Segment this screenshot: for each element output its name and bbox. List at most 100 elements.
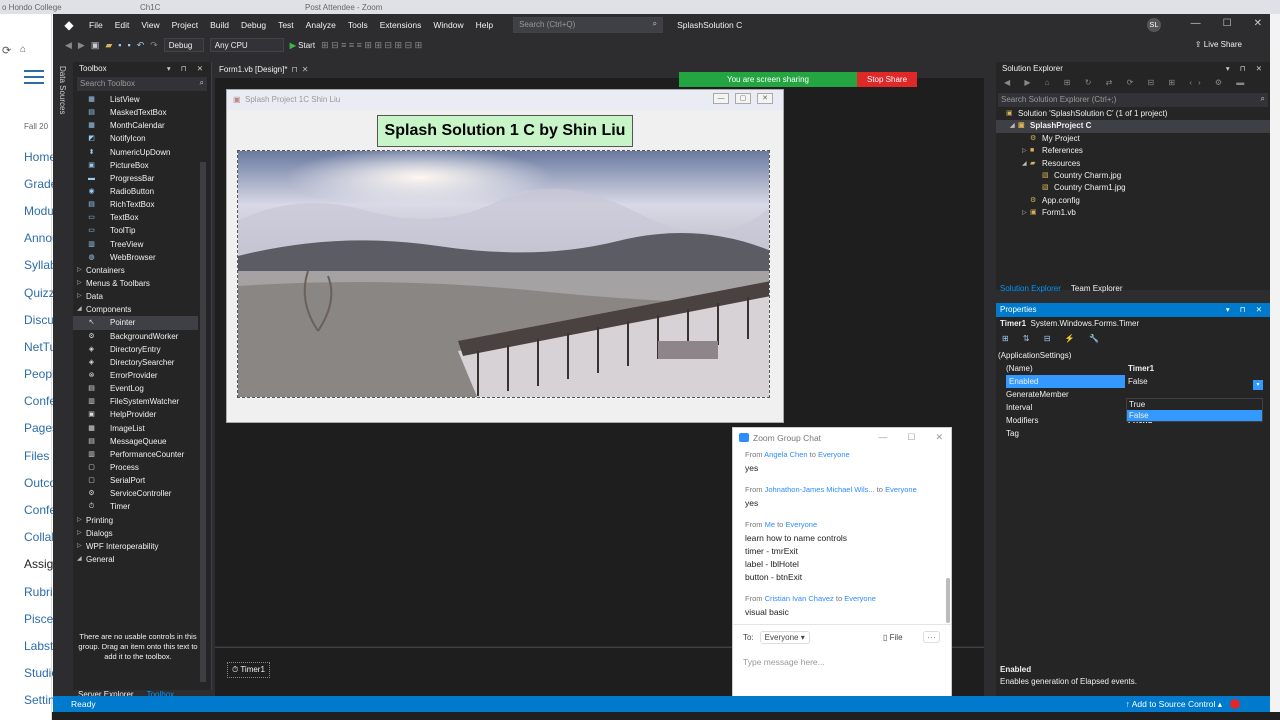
browser-tab[interactable]: Ch1C [140,3,160,14]
solution-tree-node[interactable]: ▷ ■ References [996,145,1270,157]
properties-toolbar[interactable]: ⊞ ⇅ ⊟ ⚡ 🔧 [996,331,1270,349]
solution-tree-node[interactable]: ▧ Country Charm1.jpg [996,182,1270,194]
new-project-icon[interactable]: ▣ [91,40,100,51]
notification-icon[interactable] [1230,699,1240,709]
solution-tree-node[interactable]: ▣ Solution 'SplashSolution C' (1 of 1 pro… [996,108,1270,120]
browser-tab[interactable]: o Hondo College [2,3,62,14]
panel-buttons[interactable]: ▾ ⊓ ✕ [167,64,207,73]
toolbox-item[interactable]: ▦ ImageList [73,422,198,435]
browser-scrollbar[interactable] [1270,14,1280,712]
toolbox-scrollbar[interactable] [200,162,206,682]
toolbox-item[interactable]: ⬍ NumericUpDown [73,146,198,159]
search-input[interactable]: Search (Ctrl+Q) ⌕ [513,17,664,33]
sender-name[interactable]: Cristian Ivan Chavez [765,594,834,603]
recipient-name[interactable]: Everyone [818,450,850,459]
hamburger-icon[interactable] [24,70,44,84]
dropdown-option[interactable]: False [1127,410,1262,421]
picture-box[interactable] [237,150,770,398]
config-dropdown[interactable]: Debug [163,38,204,52]
pin-icon[interactable]: ⊓ [291,65,297,74]
toolbox-category[interactable]: ▷ Printing [73,514,198,527]
save-all-icon[interactable]: ▪ [127,40,130,50]
toolbox-item[interactable]: ↖ Pointer [73,316,198,330]
forward-icon[interactable]: ▶ [78,40,85,51]
menu-item-window[interactable]: Window [427,20,469,30]
avatar[interactable]: SL [1147,18,1161,32]
menu-item-analyze[interactable]: Analyze [300,20,342,30]
toolbox-item[interactable]: ⚙ ServiceController [73,487,198,500]
minimize-icon[interactable]: — [878,432,887,443]
recipient-name[interactable]: Everyone [785,520,817,529]
close-icon[interactable]: ✕ [1254,18,1262,29]
menu-item-view[interactable]: View [135,20,165,30]
toolbox-item[interactable]: ⊗ ErrorProvider [73,369,198,382]
property-row[interactable]: (Name) Timer1 [996,362,1270,375]
maximize-icon[interactable]: ☐ [1223,18,1232,29]
timer1-component[interactable]: ⏱ Timer1 [227,662,270,678]
recipient-dropdown[interactable]: Everyone ▾ [759,631,810,644]
object-selector[interactable]: Timer1 System.Windows.Forms.Timer [996,317,1270,331]
sender-name[interactable]: Johnathon-James Michael Wils... [765,485,875,494]
expand-arrow-icon[interactable]: ◢ [1022,158,1027,170]
toolbox-item[interactable]: ◩ NotifyIcon [73,132,198,145]
source-control-button[interactable]: ↑ Add to Source Control ▴ [1126,696,1222,712]
redo-icon[interactable]: ↷ [150,40,158,51]
toolbox-search-input[interactable]: Search Toolbox ⌕ [77,77,207,91]
menu-item-build[interactable]: Build [204,20,235,30]
align-icons[interactable]: ⊞ ⊟ ≡ ≡ ≡ ⊞ ⊞ ⊟ ⊞ ⊟ ⊞ [321,40,422,51]
tab-form1-design[interactable]: Form1.vb [Design]* ⊓ ✕ [215,64,313,78]
toolbox-item[interactable]: ▦ ListView [73,93,198,106]
toolbox-category[interactable]: ▷ Containers [73,264,198,277]
toolbox-item[interactable]: ▥ TreeView [73,238,198,251]
toolbox-item[interactable]: ▦ MonthCalendar [73,119,198,132]
recipient-name[interactable]: Everyone [844,594,876,603]
toolbox-item[interactable]: ⚙ BackgroundWorker [73,330,198,343]
minimize-icon[interactable]: — [1191,18,1201,29]
toolbox-category[interactable]: ▷ WPF Interoperability [73,540,198,553]
panel-buttons[interactable]: ▾ ⊓ ✕ [1226,64,1266,73]
dropdown-arrow-icon[interactable]: ▾ [1253,380,1263,390]
property-row[interactable]: Tag [996,427,1270,440]
browser-tab[interactable]: Post Attendee - Zoom [305,3,382,14]
stop-share-button[interactable]: Stop Share [857,72,917,87]
recipient-name[interactable]: Everyone [885,485,917,494]
open-icon[interactable]: ▰ [105,40,112,51]
toolbox-item[interactable]: ▢ SerialPort [73,474,198,487]
sender-name[interactable]: Me [765,520,775,529]
title-label[interactable]: Splash Solution 1 C by Shin Liu [377,115,633,147]
menu-item-help[interactable]: Help [470,20,499,30]
property-row[interactable]: (ApplicationSettings) [996,349,1270,362]
tab-team-explorer[interactable]: Team Explorer [1071,284,1123,293]
live-share-button[interactable]: ⇪ Live Share [1195,40,1242,49]
expand-arrow-icon[interactable]: ◢ [1010,120,1015,132]
tab-solution-explorer[interactable]: Solution Explorer [1000,284,1061,293]
toolbox-item[interactable]: ▭ TextBox [73,211,198,224]
menu-item-project[interactable]: Project [166,20,204,30]
toolbox-item[interactable]: ▤ MaskedTextBox [73,106,198,119]
dropdown-option[interactable]: True [1127,399,1262,410]
solution-tree-node[interactable]: ◢ ▰ Resources [996,158,1270,170]
toolbox-item[interactable]: ◍ WebBrowser [73,251,198,264]
solution-tree-node[interactable]: ⚙ My Project [996,133,1270,145]
menu-item-test[interactable]: Test [272,20,300,30]
save-icon[interactable]: ▪ [118,40,121,50]
undo-icon[interactable]: ↶ [137,40,145,51]
panel-buttons[interactable]: ▾ ⊓ ✕ [1226,305,1266,314]
maximize-icon[interactable]: ☐ [907,432,915,443]
solution-tree-node[interactable]: ▷ ▣ Form1.vb [996,207,1270,219]
toolbox-item[interactable]: ▥ PerformanceCounter [73,448,198,461]
platform-dropdown[interactable]: Any CPU [209,38,284,52]
close-icon[interactable]: ✕ [935,432,943,443]
home-icon[interactable]: ⌂ [20,44,26,55]
file-button[interactable]: ▯ File [883,633,903,642]
toolbox-item[interactable]: ▥ FileSystemWatcher [73,395,198,408]
toolbox-item[interactable]: ▤ MessageQueue [73,435,198,448]
menu-item-tools[interactable]: Tools [342,20,374,30]
toolbox-item[interactable]: ▤ RichTextBox [73,198,198,211]
toolbox-item[interactable]: ▤ EventLog [73,382,198,395]
more-options-icon[interactable]: ··· [923,631,940,643]
toolbox-item[interactable]: ◈ DirectorySearcher [73,356,198,369]
course-nav-link[interactable]: Home [24,150,56,164]
toolbox-category[interactable]: ▷ Data [73,290,198,303]
toolbox-item[interactable]: ◈ DirectoryEntry [73,343,198,356]
